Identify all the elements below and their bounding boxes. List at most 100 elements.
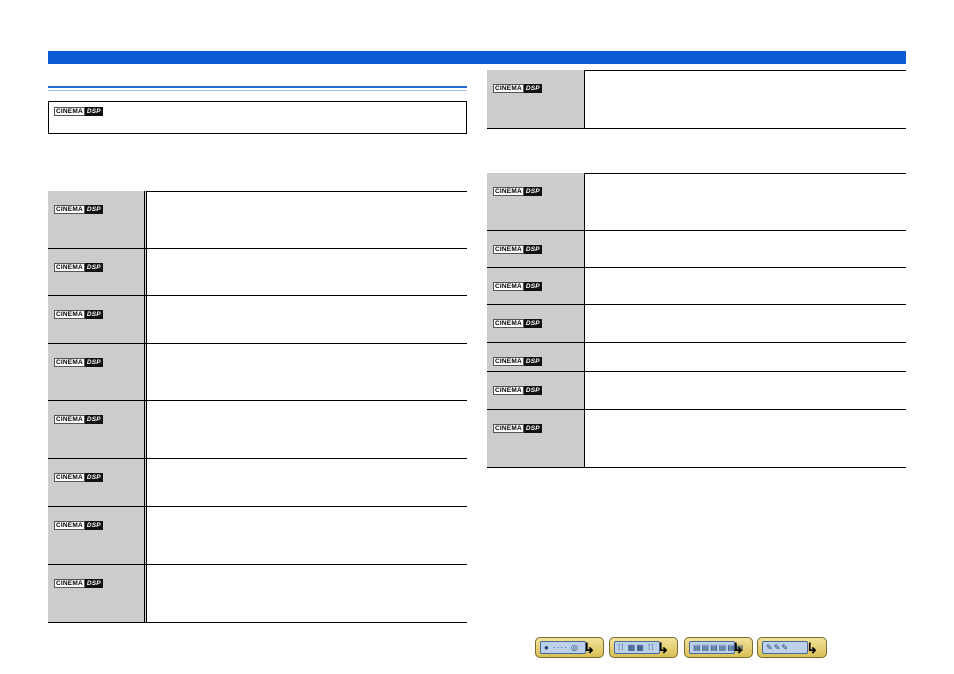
program-description-cell: [147, 296, 467, 343]
cinema-dsp-logo-cinema: CINEMA: [54, 310, 85, 319]
cinema-dsp-logo-cinema: CINEMA: [54, 473, 85, 482]
table-row: CINEMA DSP: [487, 268, 906, 305]
cinema-dsp-logo-cinema: CINEMA: [54, 579, 85, 588]
cinema-dsp-logo-dsp: DSP: [84, 521, 103, 530]
cinema-dsp-logo: CINEMA DSP: [54, 310, 103, 319]
program-description-cell: [585, 173, 906, 230]
cinema-dsp-logo-cinema: CINEMA: [54, 205, 85, 214]
cinema-dsp-logo: CINEMA DSP: [493, 282, 542, 291]
cinema-dsp-logo-cinema: CINEMA: [493, 245, 524, 254]
cinema-dsp-logo-cinema: CINEMA: [54, 415, 85, 424]
cinema-dsp-logo-dsp: DSP: [84, 205, 103, 214]
table-row: CINEMA DSP: [48, 344, 467, 401]
cinema-dsp-logo: CINEMA DSP: [54, 358, 103, 367]
table-row: CINEMA DSP: [487, 173, 906, 231]
cinema-dsp-logo-dsp: DSP: [523, 282, 542, 291]
table-row: CINEMA DSP: [48, 191, 467, 249]
cinema-dsp-logo-dsp: DSP: [523, 357, 542, 366]
program-description-cell: [147, 565, 467, 622]
return-arrow-icon: ↳: [583, 640, 595, 656]
table-row: CINEMA DSP: [48, 459, 467, 507]
header-bar: [48, 51, 906, 64]
nav-remote-control-icon: ⁞⁞ ▦▦ ⁞⁞: [614, 641, 660, 654]
cinema-dsp-logo: CINEMA DSP: [54, 521, 103, 530]
cinema-dsp-logo-cinema: CINEMA: [493, 424, 524, 433]
program-description-cell: [147, 459, 467, 506]
cinema-dsp-logo-cinema: CINEMA: [493, 357, 524, 366]
program-label-cell: CINEMA DSP: [48, 344, 147, 400]
nav-remote-control-button[interactable]: ⁞⁞ ▦▦ ⁞⁞ ↳: [609, 637, 678, 658]
return-arrow-icon: ↳: [657, 640, 669, 656]
program-label-cell: CINEMA DSP: [48, 565, 147, 622]
cinema-dsp-logo-dsp: DSP: [523, 245, 542, 254]
program-label-cell: CINEMA DSP: [48, 296, 147, 343]
table-row: CINEMA DSP: [487, 231, 906, 268]
cinema-dsp-logo: CINEMA DSP: [54, 415, 103, 424]
program-label-cell: CINEMA DSP: [487, 231, 585, 267]
cinema-dsp-logo: CINEMA DSP: [54, 205, 103, 214]
nav-front-panel-glyph: ● ···· ◎: [544, 643, 579, 652]
program-description-cell: [147, 507, 467, 564]
cinema-dsp-logo-dsp: DSP: [523, 319, 542, 328]
nav-front-panel-button[interactable]: ● ···· ◎ ↳: [535, 637, 604, 658]
program-label-cell: CINEMA DSP: [48, 507, 147, 564]
program-description-cell: [585, 372, 906, 409]
cinema-dsp-logo-dsp: DSP: [84, 358, 103, 367]
program-description-cell: [147, 249, 467, 295]
program-label-cell: CINEMA DSP: [487, 343, 585, 371]
cinema-dsp-logo-cinema: CINEMA: [493, 319, 524, 328]
cinema-dsp-logo-dsp: DSP: [84, 415, 103, 424]
table-row: CINEMA DSP: [48, 249, 467, 296]
nav-index-glyph: ✎✎✎: [766, 643, 790, 652]
cinema-dsp-logo: CINEMA DSP: [54, 579, 103, 588]
program-label-cell: CINEMA DSP: [48, 191, 147, 248]
nav-display-menu-button[interactable]: ▤▤▤▤▤▤ ↳: [684, 637, 753, 658]
cinema-dsp-logo-dsp: DSP: [523, 424, 542, 433]
cinema-dsp-logo-dsp: DSP: [84, 263, 103, 272]
cinema-dsp-logo-cinema: CINEMA: [493, 187, 524, 196]
table-row: CINEMA DSP: [487, 372, 906, 410]
cinema-dsp-logo-cinema: CINEMA: [54, 358, 85, 367]
table-row: CINEMA DSP: [487, 70, 906, 129]
program-label-cell: CINEMA DSP: [487, 372, 585, 409]
table-row: CINEMA DSP: [48, 296, 467, 344]
cinema-dsp-note-box: CINEMA DSP: [48, 101, 467, 134]
cinema-dsp-logo-cinema: CINEMA: [493, 282, 524, 291]
program-description-cell: [585, 410, 906, 467]
nav-index-icon: ✎✎✎: [762, 641, 808, 654]
program-label-cell: CINEMA DSP: [48, 401, 147, 458]
table-row: CINEMA DSP: [487, 410, 906, 468]
cinema-dsp-logo-cinema: CINEMA: [54, 521, 85, 530]
cinema-dsp-logo-cinema: CINEMA: [54, 263, 85, 272]
program-description-cell: [585, 268, 906, 304]
left-program-table: CINEMA DSP CINEMA DSP CINEMA DSP CINEMA DSP CINE…: [48, 191, 467, 623]
cinema-dsp-logo: CINEMA DSP: [493, 319, 542, 328]
cinema-dsp-logo-cinema: CINEMA: [493, 84, 524, 93]
nav-index-button[interactable]: ✎✎✎ ↳: [757, 637, 827, 658]
table-row: CINEMA DSP: [487, 305, 906, 343]
section-rule: [48, 86, 467, 91]
table-row: CINEMA DSP: [48, 565, 467, 623]
program-description-cell: [585, 70, 906, 128]
cinema-dsp-logo: CINEMA DSP: [54, 473, 103, 482]
cinema-dsp-logo-dsp: DSP: [84, 473, 103, 482]
return-arrow-icon: ↳: [806, 640, 818, 656]
cinema-dsp-logo: CINEMA DSP: [54, 107, 103, 116]
program-description-cell: [585, 305, 906, 342]
cinema-dsp-logo: CINEMA DSP: [54, 263, 103, 272]
cinema-dsp-logo: CINEMA DSP: [493, 245, 542, 254]
program-description-cell: [585, 231, 906, 267]
program-label-cell: CINEMA DSP: [48, 249, 147, 295]
program-description-cell: [147, 191, 467, 248]
cinema-dsp-logo: CINEMA DSP: [493, 386, 542, 395]
program-label-cell: CINEMA DSP: [48, 459, 147, 506]
right-program-table-top: CINEMA DSP: [487, 70, 906, 129]
program-label-cell: CINEMA DSP: [487, 268, 585, 304]
nav-remote-control-glyph: ⁞⁞ ▦▦ ⁞⁞: [618, 643, 655, 652]
right-program-table-bottom: CINEMA DSP CINEMA DSP CINEMA DSP CINEMA DSP CINE…: [487, 173, 906, 468]
cinema-dsp-logo: CINEMA DSP: [493, 187, 542, 196]
cinema-dsp-logo: CINEMA DSP: [493, 357, 542, 366]
program-label-cell: CINEMA DSP: [487, 173, 585, 230]
program-description-cell: [147, 344, 467, 400]
cinema-dsp-logo-cinema: CINEMA: [493, 386, 524, 395]
